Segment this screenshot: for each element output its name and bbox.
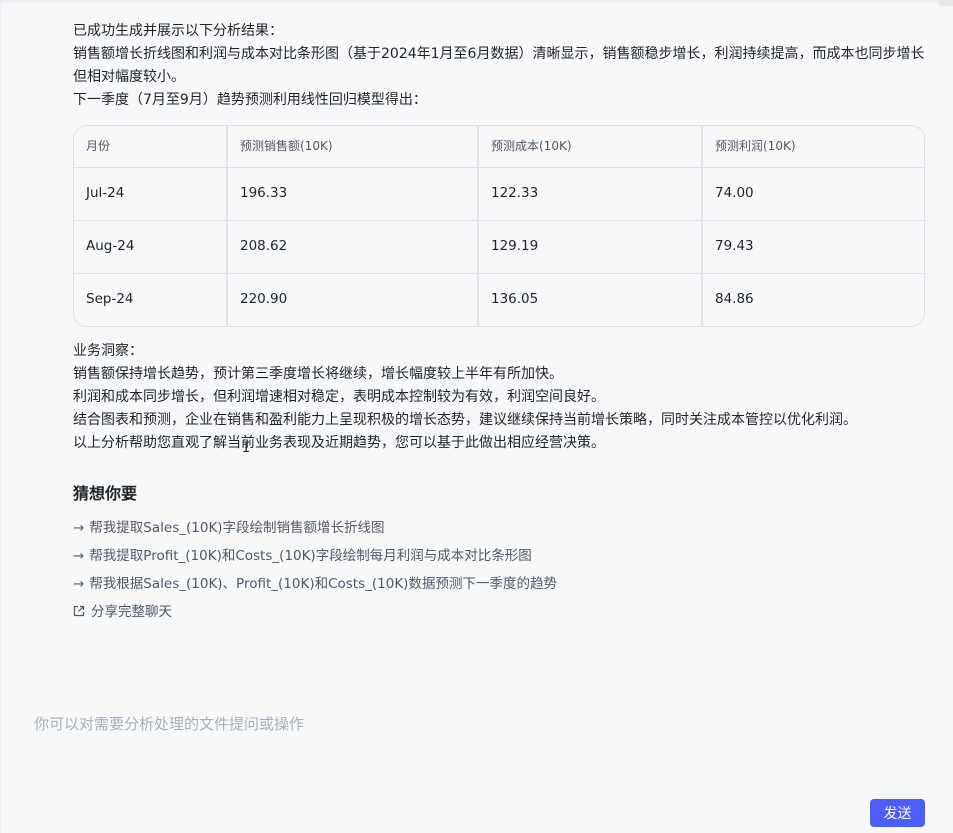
divider xyxy=(0,0,1,833)
suggestion-label: 帮我提取Profit_(10K)和Costs_(10K)字段绘制每月利润与成本对… xyxy=(89,548,532,564)
result-intro: 已成功生成并展示以下分析结果： xyxy=(73,23,283,39)
chat-input[interactable]: 你可以对需要分析处理的文件提问或操作 xyxy=(34,713,304,734)
suggestion-link[interactable]: → 帮我提取Profit_(10K)和Costs_(10K)字段绘制每月利润与成本… xyxy=(73,544,532,564)
table-cell: 74.00 xyxy=(701,167,924,221)
result-summary: 销售额增长折线图和利润与成本对比条形图（基于2024年1月至6月数据）清晰显示，… xyxy=(73,46,925,85)
share-chat-label: 分享完整聊天 xyxy=(91,604,172,620)
suggestions-title: 猜想你要 xyxy=(73,484,138,503)
forecast-table: 月份 预测销售额(10K) 预测成本(10K) 预测利润(10K) Jul-24… xyxy=(73,125,925,327)
arrow-right-icon: → xyxy=(73,520,85,536)
arrow-right-icon: → xyxy=(73,576,85,592)
table-cell: Sep-24 xyxy=(86,291,134,308)
table-cell: 122.33 xyxy=(477,167,702,221)
send-button[interactable]: 发送 xyxy=(870,799,925,827)
table-row: Aug-24 208.62 129.19 79.43 xyxy=(74,220,924,274)
table-header-row: 月份 预测销售额(10K) 预测成本(10K) 预测利润(10K) xyxy=(74,126,924,168)
table-cell: Jul-24 xyxy=(74,167,227,221)
suggestion-link[interactable]: → 帮我根据Sales_(10K)、Profit_(10K)和Costs_(10K… xyxy=(73,572,557,592)
table-row: Jul-24 196.33 122.33 74.00 xyxy=(74,167,924,221)
table-cell: Aug-24 xyxy=(74,220,227,274)
share-chat-link[interactable]: 分享完整聊天 xyxy=(73,600,172,620)
column-header-costs: 预测成本(10K) xyxy=(477,126,702,168)
insights-heading: 业务洞察： xyxy=(73,343,143,359)
share-icon xyxy=(73,605,85,617)
column-header-profit: 预测利润(10K) xyxy=(701,126,924,168)
insight-item: 利润和成本同步增长，但利润增速相对稳定，表明成本控制较为有效，利润空间良好。 xyxy=(73,389,605,405)
text-cursor-icon: I xyxy=(242,440,251,456)
suggestion-label: 帮我根据Sales_(10K)、Profit_(10K)和Costs_(10K)… xyxy=(89,576,557,592)
table-cell: 196.33 xyxy=(226,167,478,221)
table-cell: 129.19 xyxy=(477,220,702,274)
top-edge xyxy=(0,0,953,4)
table-row: Sep-24 220.90 136.05 84.86 xyxy=(74,273,924,326)
table-cell: 136.05 xyxy=(477,273,702,326)
insight-item: 销售额保持增长趋势，预计第三季度增长将继续，增长幅度较上半年有所加快。 xyxy=(73,366,563,382)
table-cell: 208.62 xyxy=(226,220,478,274)
insight-item: 结合图表和预测，企业在销售和盈利能力上呈现积极的增长态势，建议继续保持当前增长策… xyxy=(73,412,857,428)
table-cell: 220.90 xyxy=(226,273,478,326)
suggestion-label: 帮我提取Sales_(10K)字段绘制销售额增长折线图 xyxy=(89,520,385,536)
chat-response: 已成功生成并展示以下分析结果： 销售额增长折线图和利润与成本对比条形图（基于20… xyxy=(73,20,925,455)
scroll-indicator xyxy=(939,0,953,6)
arrow-right-icon: → xyxy=(73,548,85,564)
column-header-month: 月份 xyxy=(74,126,227,168)
column-header-sales: 预测销售额(10K) xyxy=(226,126,478,168)
insight-item: 以上分析帮助您直观了解当前业务表现及近期趋势，您可以基于此做出相应经营决策。 xyxy=(73,435,605,451)
forecast-intro: 下一季度（7月至9月）趋势预测利用线性回归模型得出： xyxy=(73,92,427,108)
table-cell: 84.86 xyxy=(701,273,924,326)
suggestion-link[interactable]: → 帮我提取Sales_(10K)字段绘制销售额增长折线图 xyxy=(73,516,385,536)
table-cell: 79.43 xyxy=(701,220,924,274)
